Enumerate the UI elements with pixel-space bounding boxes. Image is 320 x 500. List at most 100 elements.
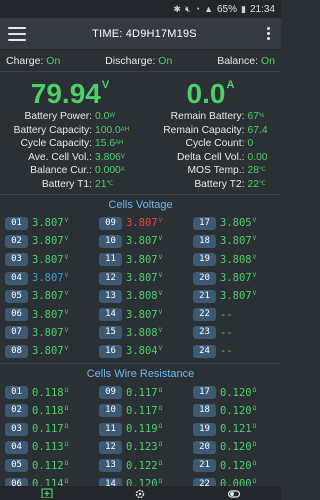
param-row: Battery Capacity: 100.0AH Remain Capacit… bbox=[0, 124, 281, 138]
cell-index: 03 bbox=[5, 253, 28, 267]
cell-index: 05 bbox=[5, 459, 28, 473]
param-row: Ave. Cell Vol.: 3.806V Delta Cell Vol.: … bbox=[0, 151, 281, 165]
cell-value: 0.117Ω bbox=[126, 386, 163, 399]
parameter-table: Battery Power: 0.0W Remain Battery: 67% … bbox=[0, 110, 281, 191]
cell-item: 07 3.807V bbox=[0, 324, 94, 342]
param-label: Battery T2: bbox=[194, 178, 245, 190]
param-value: 0.00 bbox=[247, 151, 268, 163]
cell-index: 02 bbox=[5, 234, 28, 248]
cell-value: 0.121Ω bbox=[220, 423, 257, 436]
param-left: Battery Capacity: 100.0AH bbox=[0, 124, 141, 138]
battery-icon[interactable] bbox=[41, 488, 53, 498]
cell-value: 3.808V bbox=[220, 253, 257, 266]
cell-index: 09 bbox=[99, 386, 122, 400]
cell-value: 0.117Ω bbox=[126, 404, 163, 417]
cell-item: 06 3.807V bbox=[0, 305, 94, 323]
param-row: Cycle Capacity: 15.6AH Cycle Count: 0 bbox=[0, 137, 281, 151]
param-left: Battery Power: 0.0W bbox=[0, 110, 141, 124]
cell-index: 06 bbox=[5, 308, 28, 322]
param-value: 67.4 bbox=[247, 124, 268, 136]
param-label: Balance Cur.: bbox=[30, 165, 92, 176]
param-label: Delta Cell Vol.: bbox=[176, 151, 245, 163]
param-label: Cycle Capacity: bbox=[20, 138, 92, 149]
cell-item: 24 -- bbox=[188, 342, 281, 360]
cell-item: 20 3.807V bbox=[188, 269, 281, 287]
cell-index: 09 bbox=[99, 216, 122, 230]
cell-item: 03 3.807V bbox=[0, 251, 94, 269]
bluetooth-icon: ✱ bbox=[173, 3, 181, 14]
cell-value: 3.807V bbox=[126, 235, 163, 248]
cell-item: 19 3.808V bbox=[188, 251, 281, 269]
cell-value: 0.120Ω bbox=[220, 404, 257, 417]
cell-index: 14 bbox=[99, 308, 122, 322]
cell-index: 17 bbox=[193, 386, 216, 400]
cell-value: 0.118Ω bbox=[32, 386, 69, 399]
param-row: Balance Cur.: 0.000A MOS Temp.: 28℃ bbox=[0, 164, 281, 178]
param-value: 0 bbox=[247, 138, 254, 149]
cell-index: 19 bbox=[193, 253, 216, 267]
wifi-icon: ◔ bbox=[194, 4, 201, 14]
cell-item: 13 3.808V bbox=[94, 287, 188, 305]
cell-value: 0.112Ω bbox=[32, 459, 69, 472]
cell-value: 3.805V bbox=[220, 217, 257, 230]
cell-index: 18 bbox=[193, 404, 216, 418]
cell-item: 22 -- bbox=[188, 305, 281, 323]
switch-status-row: Charge: On Discharge: On Balance: On bbox=[0, 50, 281, 72]
param-label: Battery T1: bbox=[41, 178, 92, 190]
cell-value: -- bbox=[220, 308, 233, 321]
cell-value: 3.807V bbox=[220, 290, 257, 303]
param-right: Remain Capacity: 67.4 bbox=[141, 124, 282, 138]
cell-index: 02 bbox=[5, 404, 28, 418]
cell-value: 3.807V bbox=[32, 290, 69, 303]
cell-value: 0.122Ω bbox=[126, 459, 163, 472]
param-label: Remain Battery: bbox=[170, 111, 245, 122]
charge-status[interactable]: Charge: On bbox=[6, 55, 60, 67]
cell-index: 08 bbox=[5, 344, 28, 358]
cell-value: 0.113Ω bbox=[32, 441, 69, 454]
cell-item: 15 3.808V bbox=[94, 324, 188, 342]
cell-index: 07 bbox=[5, 326, 28, 340]
menu-icon[interactable] bbox=[8, 26, 26, 41]
cell-item: 05 0.112Ω bbox=[0, 457, 94, 475]
cell-index: 21 bbox=[193, 289, 216, 303]
battery-percent: 65% bbox=[217, 3, 238, 15]
param-right: Battery T2: 22℃ bbox=[141, 178, 282, 192]
cell-item: 10 0.117Ω bbox=[94, 402, 188, 420]
cell-index: 04 bbox=[5, 440, 28, 454]
toggle-icon[interactable] bbox=[228, 488, 241, 498]
more-options-icon[interactable] bbox=[263, 27, 273, 40]
discharge-status[interactable]: Discharge: On bbox=[105, 55, 172, 67]
param-value: 0.0W bbox=[95, 111, 115, 122]
param-label: MOS Temp.: bbox=[187, 165, 245, 176]
cell-index: 17 bbox=[193, 216, 216, 230]
cell-value: 3.807V bbox=[32, 253, 69, 266]
cell-value: 3.804V bbox=[126, 345, 163, 358]
cell-value: 0.120Ω bbox=[220, 386, 257, 399]
cell-value: 3.808V bbox=[126, 326, 163, 339]
cell-index: 11 bbox=[99, 253, 122, 267]
cell-index: 19 bbox=[193, 422, 216, 436]
cell-index: 10 bbox=[99, 404, 122, 418]
param-value: 15.6AH bbox=[95, 138, 124, 149]
gear-icon[interactable] bbox=[134, 488, 146, 498]
cell-value: 0.119Ω bbox=[126, 423, 163, 436]
cell-index: 12 bbox=[99, 440, 122, 454]
cell-item: 04 3.807V bbox=[0, 269, 94, 287]
cell-value: 3.807V bbox=[32, 326, 69, 339]
pack-current: 0.0A bbox=[186, 78, 235, 109]
param-label: Cycle Count: bbox=[185, 138, 245, 149]
param-label: Battery Capacity: bbox=[13, 124, 92, 136]
cell-value: 3.807V bbox=[32, 272, 69, 285]
balance-status[interactable]: Balance: On bbox=[217, 55, 275, 67]
cell-value: 3.807V bbox=[32, 235, 69, 248]
cells-resistance-title: Cells Wire Resistance bbox=[0, 363, 281, 383]
cell-item: 12 0.123Ω bbox=[94, 438, 188, 456]
param-right: MOS Temp.: 28℃ bbox=[141, 164, 282, 178]
cell-value: -- bbox=[220, 326, 233, 339]
cell-value: 3.807V bbox=[126, 253, 163, 266]
param-left: Ave. Cell Vol.: 3.806V bbox=[0, 151, 141, 165]
param-value: 21℃ bbox=[95, 178, 114, 190]
cell-item: 09 0.117Ω bbox=[94, 383, 188, 401]
cells-voltage-grid: 01 3.807V 09 3.807V 17 3.805V 02 3.807V 10 3… bbox=[0, 214, 281, 360]
cell-item: 17 0.120Ω bbox=[188, 383, 281, 401]
